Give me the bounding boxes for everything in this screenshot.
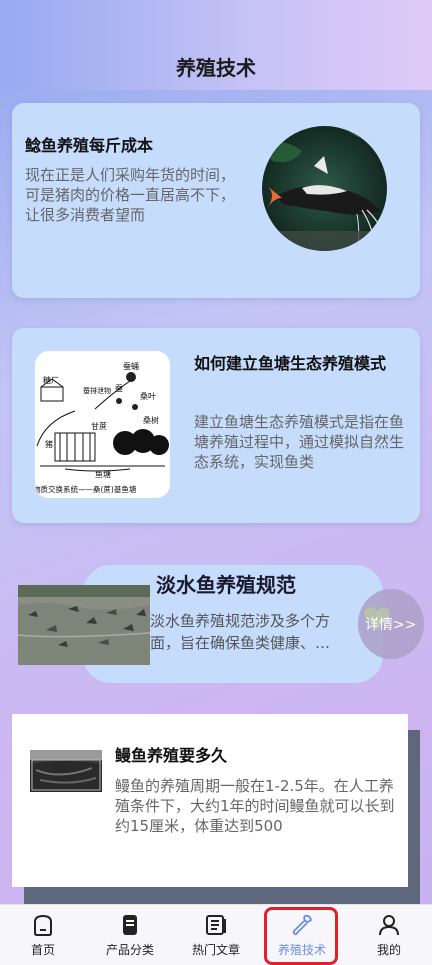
tab-product-category[interactable]: 产品分类 (90, 905, 170, 965)
article-title: 淡水鱼养殖规范 (156, 573, 296, 597)
page-title: 养殖技术 (176, 56, 256, 80)
svg-text:蚕蛹: 蚕蛹 (123, 361, 139, 371)
detail-button[interactable]: 详情>> (358, 589, 424, 659)
article-desc: 建立鱼塘生态养殖模式是指在鱼塘养殖过程中，通过模拟自然生态系统，实现鱼类 (194, 413, 405, 471)
article-card-catfish[interactable]: 鲶鱼养殖每斤成本 现在正是人们采购年货的时间，可是猪肉的价格一直居高不下，让很多… (12, 103, 420, 298)
tab-mine[interactable]: 我的 (349, 905, 429, 965)
bottom-tab-bar: 首页 产品分类 热门文章 养殖技术 我的 (0, 904, 432, 965)
article-desc: 现在正是人们采购年货的时间，可是猪肉的价格一直居高不下，让很多消费者望而 (25, 166, 236, 224)
home-icon (34, 914, 52, 936)
article-title: 鲶鱼养殖每斤成本 (25, 136, 154, 155)
person-icon (379, 915, 399, 936)
article-card-eel[interactable]: 鳗鱼养殖要多久 鳗鱼的养殖周期一般在1-2.5年。在人工养殖条件下，大约1年的时… (12, 714, 408, 887)
svg-text:物质交换系统——桑(蔗)基鱼塘: 物质交换系统——桑(蔗)基鱼塘 (35, 484, 137, 494)
tab-hot-articles[interactable]: 热门文章 (176, 905, 256, 965)
tab-breeding-tech[interactable]: 养殖技术 (262, 905, 342, 965)
article-desc: 鳗鱼的养殖周期一般在1-2.5年。在人工养殖条件下，大约1年的时间鳗鱼就可以长到… (115, 777, 395, 835)
fish-pond-photo (18, 585, 150, 665)
tab-home[interactable]: 首页 (3, 905, 83, 965)
article-title: 鳗鱼养殖要多久 (115, 746, 228, 765)
phone-icon (123, 915, 137, 935)
ecosystem-diagram: 蚕蛹 糖厂 蚕排泄物 蚕 桑叶 甘蔗 桑树 猪 鱼塘 物质交换系统——桑(蔗)基… (35, 351, 170, 498)
svg-text:猪: 猪 (45, 439, 53, 449)
eel-farm-photo (30, 750, 102, 792)
article-desc: 淡水鱼养殖规范涉及多个方 面，旨在确保鱼类健康、… (150, 612, 331, 652)
svg-text:蚕排泄物: 蚕排泄物 (83, 386, 111, 395)
svg-text:桑叶: 桑叶 (140, 391, 156, 401)
header: 养殖技术 (0, 0, 432, 90)
svg-text:桑树: 桑树 (143, 415, 159, 425)
document-icon (206, 915, 226, 935)
article-title: 如何建立鱼塘生态养殖模式 (194, 354, 387, 373)
wrench-icon (292, 914, 313, 936)
catfish-photo (262, 126, 387, 251)
svg-text:甘蔗: 甘蔗 (91, 421, 107, 431)
article-card-pond-ecology[interactable]: 蚕蛹 糖厂 蚕排泄物 蚕 桑叶 甘蔗 桑树 猪 鱼塘 物质交换系统——桑(蔗)基… (12, 328, 420, 523)
